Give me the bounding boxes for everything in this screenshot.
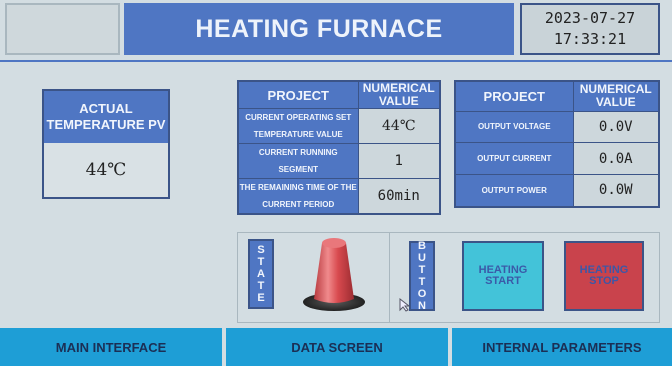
- nav-data-screen[interactable]: DATA SCREEN: [226, 328, 448, 366]
- process-table: PROJECT NUMERICAL VALUE CURRENT OPERATIN…: [237, 80, 441, 215]
- process-row-label: CURRENT OPERATING SET TEMPERATURE VALUE: [237, 108, 359, 144]
- actual-temperature-label: ACTUAL TEMPERATURE PV: [44, 91, 168, 143]
- process-row-label: THE REMAINING TIME OF THE CURRENT PERIOD: [237, 178, 359, 215]
- actual-temperature-value: 44℃: [85, 160, 127, 180]
- process-col-project: PROJECT: [237, 80, 359, 109]
- output-table: PROJECT NUMERICAL VALUE OUTPUT VOLTAGE 0…: [454, 80, 660, 208]
- actual-temperature-panel: ACTUAL TEMPERATURE PV 44℃: [42, 89, 170, 199]
- indicator-lamp-icon: [303, 238, 365, 311]
- button-label-text: BUTTON: [417, 240, 427, 312]
- logo-placeholder: [5, 3, 120, 55]
- output-row-value: 0.0A: [572, 142, 660, 175]
- table-row: CURRENT RUNNING SEGMENT 1: [237, 143, 441, 179]
- nav-internal-parameters[interactable]: INTERNAL PARAMETERS: [452, 328, 672, 366]
- process-row-label: CURRENT RUNNING SEGMENT: [237, 143, 359, 179]
- nav-main-interface[interactable]: MAIN INTERFACE: [0, 328, 222, 366]
- output-row-value: 0.0V: [572, 110, 660, 144]
- table-row: CURRENT OPERATING SET TEMPERATURE VALUE …: [237, 108, 441, 144]
- output-col-project: PROJECT: [454, 80, 574, 112]
- cursor-icon: [399, 298, 411, 312]
- table-row: THE REMAINING TIME OF THE CURRENT PERIOD…: [237, 178, 441, 215]
- datetime-display: 2023-07-27 17:33:21: [520, 3, 660, 55]
- process-row-value: 44℃: [357, 108, 441, 144]
- process-row-value: 1: [357, 143, 441, 179]
- process-row-value: 60min: [357, 178, 441, 215]
- state-label-text: STATE: [257, 244, 265, 304]
- page-title: HEATING FURNACE: [124, 3, 514, 55]
- heating-stop-button[interactable]: HEATING STOP: [564, 241, 644, 311]
- output-row-label: OUTPUT CURRENT: [454, 142, 574, 175]
- table-row: OUTPUT VOLTAGE 0.0V: [454, 110, 660, 144]
- time-text: 17:33:21: [553, 30, 627, 48]
- heating-start-button[interactable]: HEATING START: [462, 241, 544, 311]
- button-label: BUTTON: [409, 240, 435, 312]
- state-label: STATE: [248, 239, 274, 309]
- output-col-value: NUMERICAL VALUE: [572, 80, 660, 112]
- output-row-value: 0.0W: [572, 173, 660, 208]
- table-row: OUTPUT POWER 0.0W: [454, 173, 660, 208]
- header-divider: [0, 60, 672, 62]
- table-row: OUTPUT CURRENT 0.0A: [454, 142, 660, 175]
- date-text: 2023-07-27: [544, 9, 636, 27]
- control-divider: [389, 232, 390, 323]
- output-row-label: OUTPUT POWER: [454, 173, 574, 208]
- process-col-value: NUMERICAL VALUE: [357, 80, 441, 109]
- output-row-label: OUTPUT VOLTAGE: [454, 110, 574, 144]
